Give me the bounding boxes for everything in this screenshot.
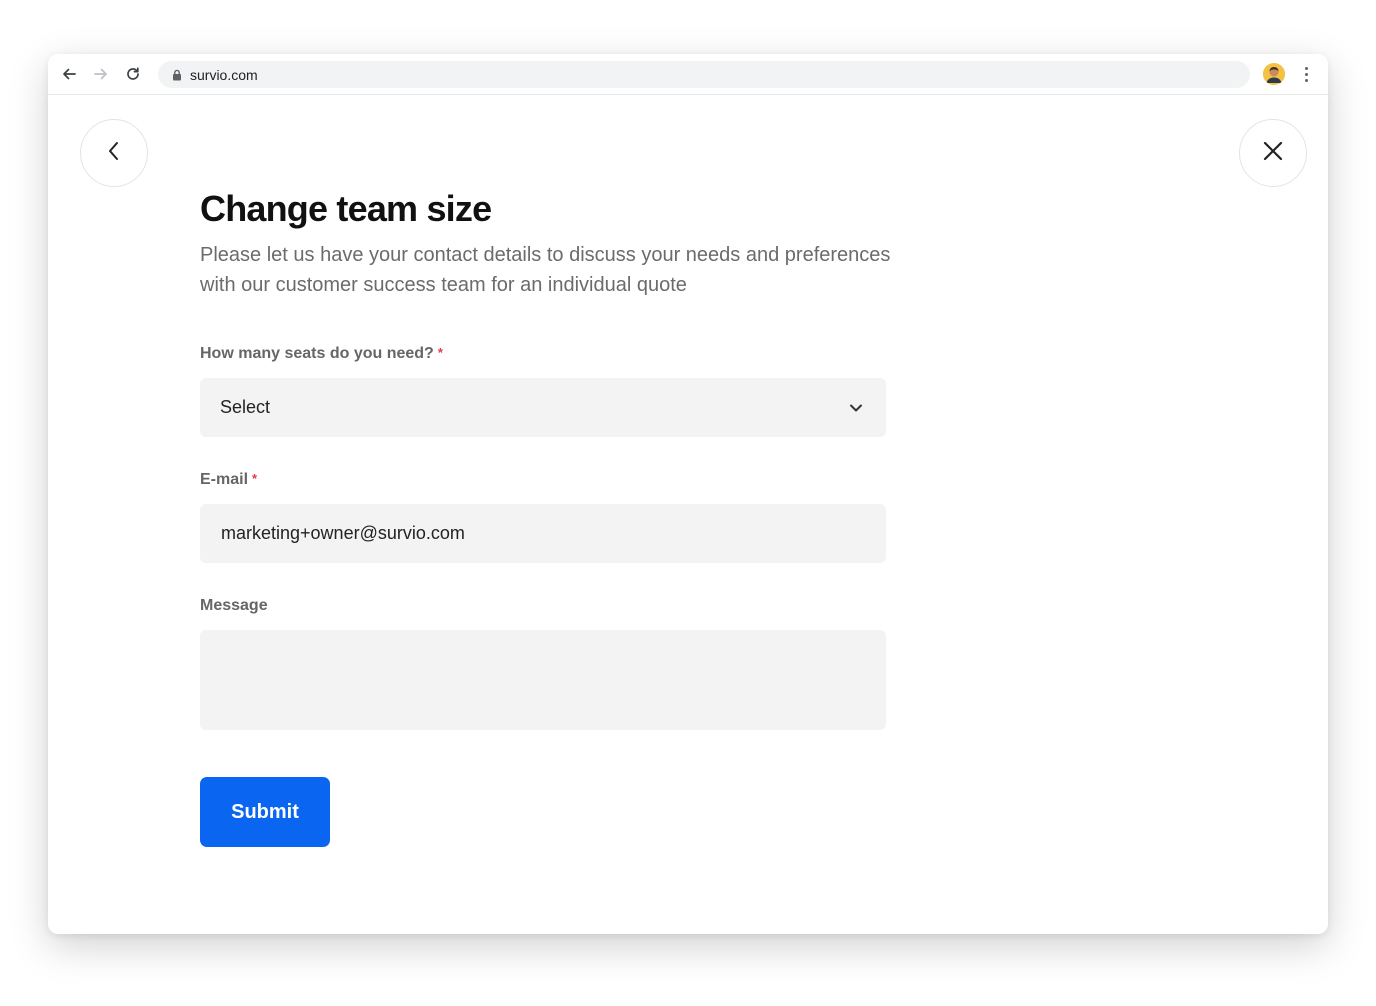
page-title: Change team size — [200, 188, 492, 229]
more-vertical-icon[interactable] — [1298, 63, 1314, 85]
seats-label: How many seats do you need? * — [200, 345, 443, 363]
browser-window: survio.com Change team size Please let u… — [48, 54, 1328, 934]
submit-button[interactable]: Submit — [200, 777, 330, 847]
chevron-left-icon — [107, 140, 121, 167]
avatar[interactable] — [1263, 63, 1285, 85]
forward-nav-button[interactable] — [89, 62, 113, 86]
close-icon — [1263, 141, 1283, 166]
address-bar[interactable]: survio.com — [158, 61, 1250, 88]
close-button[interactable] — [1239, 119, 1307, 187]
message-label-text: Message — [200, 597, 268, 614]
chevron-down-icon — [848, 400, 864, 416]
email-value: marketing+owner@survio.com — [221, 523, 465, 543]
message-textarea[interactable] — [200, 630, 886, 730]
browser-toolbar: survio.com — [48, 54, 1328, 95]
page-subtitle: Please let us have your contact details … — [200, 244, 891, 296]
reload-button[interactable] — [121, 62, 145, 86]
seats-label-text: How many seats do you need? — [200, 345, 434, 362]
email-label-text: E-mail — [200, 471, 249, 488]
required-mark: * — [437, 345, 443, 360]
email-label: E-mail * — [200, 471, 257, 489]
required-mark: * — [252, 471, 258, 486]
email-field[interactable]: marketing+owner@survio.com — [200, 504, 886, 563]
seats-select[interactable]: Select — [200, 378, 886, 437]
arrow-right-icon — [93, 66, 109, 82]
back-button[interactable] — [80, 119, 148, 187]
arrow-left-icon — [61, 66, 77, 82]
message-label: Message — [200, 597, 268, 615]
seats-select-value: Select — [220, 397, 271, 417]
url-text: survio.com — [190, 66, 258, 83]
back-nav-button[interactable] — [57, 62, 81, 86]
lock-icon — [170, 68, 184, 82]
reload-icon — [125, 66, 141, 82]
